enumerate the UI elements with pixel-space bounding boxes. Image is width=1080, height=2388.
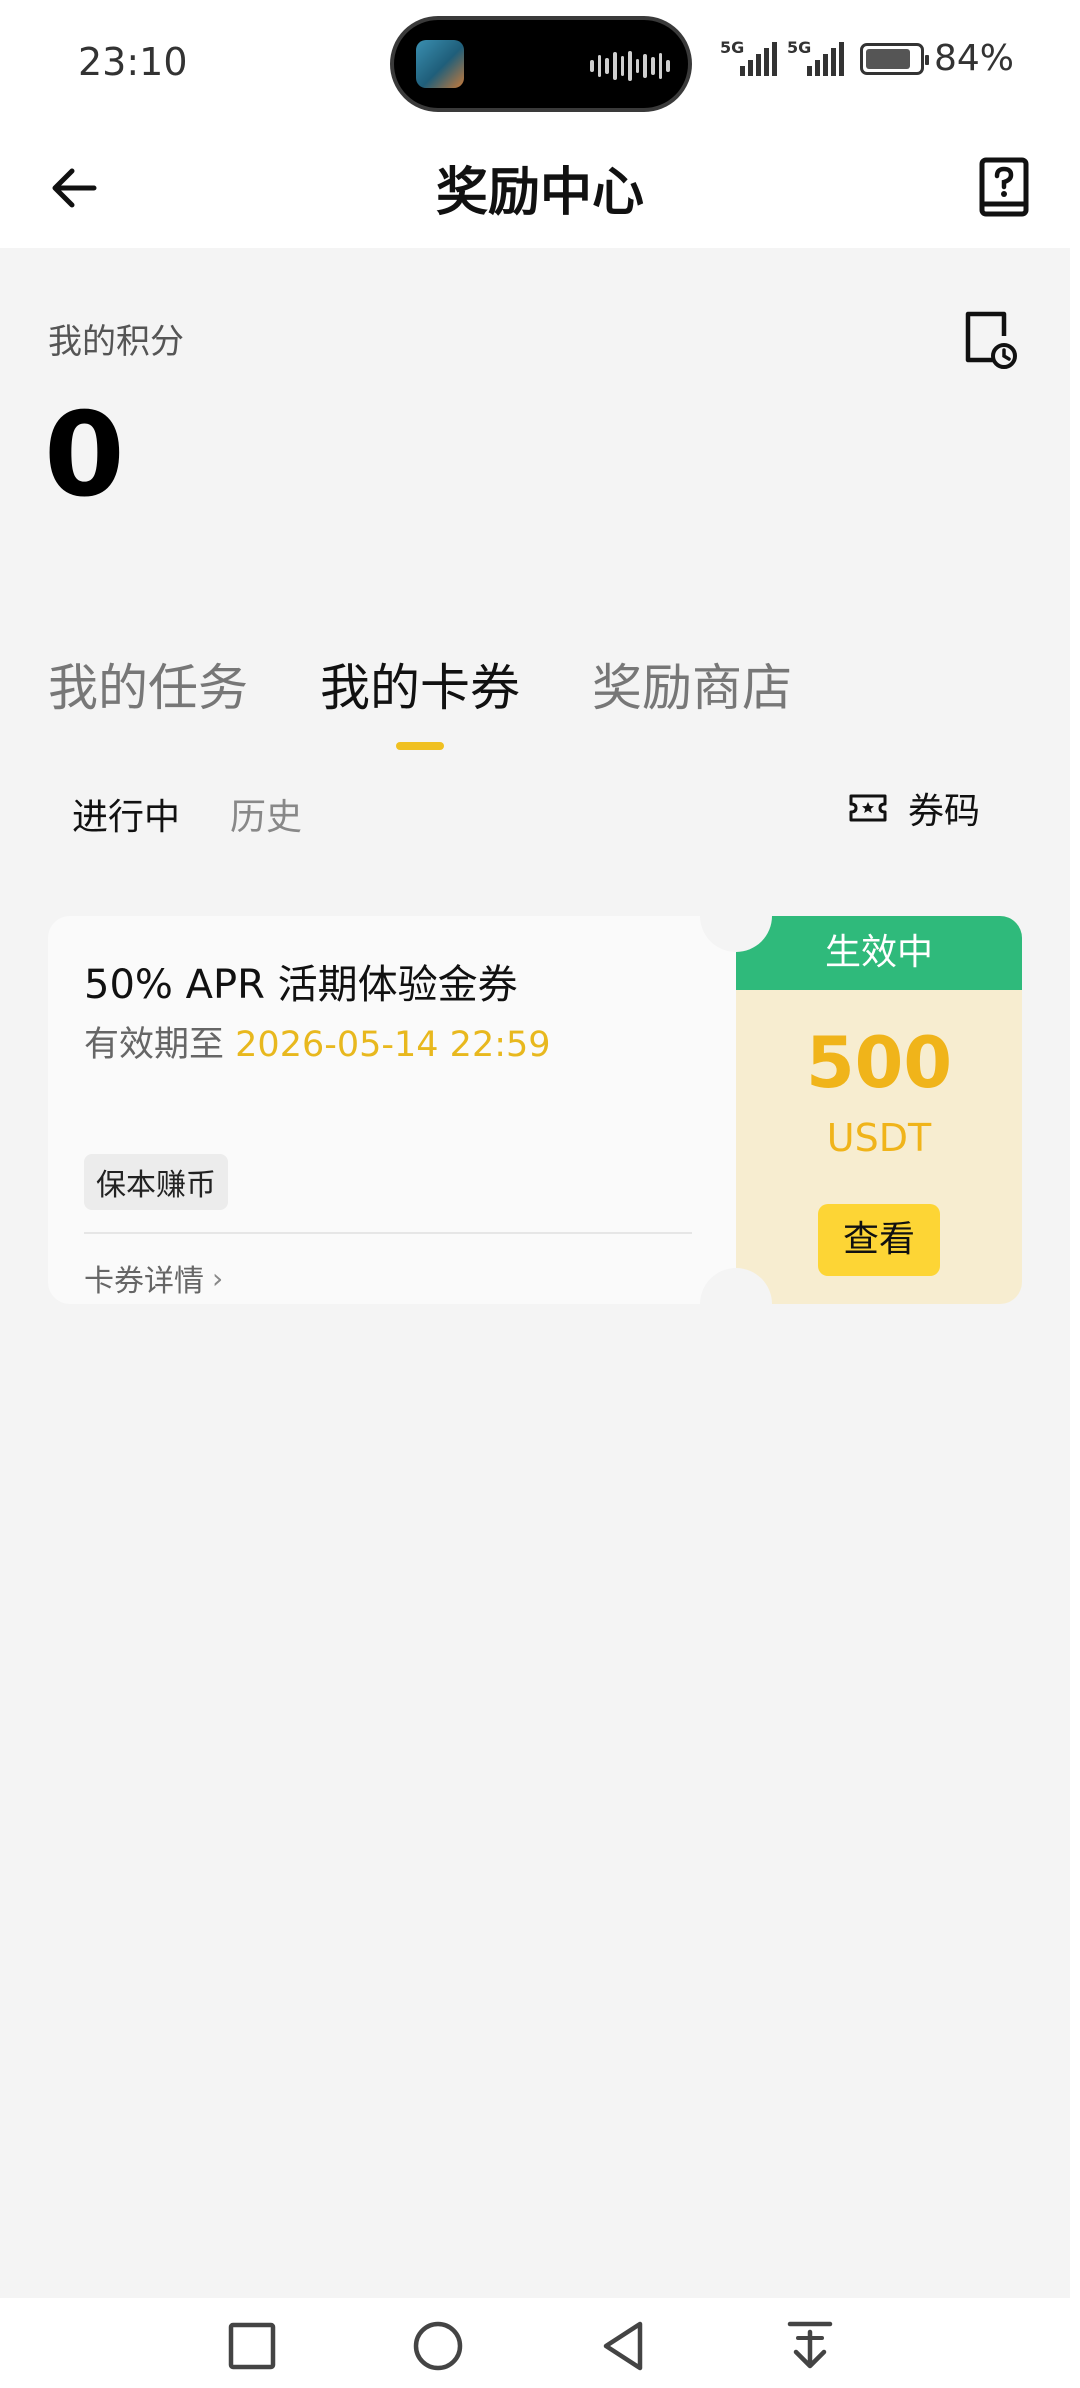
status-time: 23:10 xyxy=(78,40,188,84)
tab-label: 我的任务 xyxy=(48,659,248,717)
status-badge: 生效中 xyxy=(736,916,1022,990)
coupon-tag: 保本赚币 xyxy=(84,1154,228,1210)
tab-reward-store[interactable]: 奖励商店 xyxy=(592,648,792,720)
chevron-right-icon: › xyxy=(212,1261,224,1295)
signal-5g-icon: 5G xyxy=(787,38,844,76)
validity-prefix: 有效期至 xyxy=(84,1025,225,1065)
signal-label: 5G xyxy=(719,37,745,57)
system-nav-bar xyxy=(0,2298,1080,2388)
battery-percent: 84% xyxy=(933,38,1014,79)
card-notch xyxy=(700,880,772,952)
coupon-detail-link[interactable]: 卡券详情 › xyxy=(84,1256,223,1300)
battery-fill xyxy=(865,48,910,69)
dynamic-island[interactable] xyxy=(390,16,692,112)
coupon-card[interactable]: 50% APR 活期体验金券 有效期至 2026-05-14 22:59 保本赚… xyxy=(48,880,1022,1340)
main-content: 我的积分 0 我的任务 我的卡券 奖励商店 进行中 历史 券码 50% APR … xyxy=(0,248,1070,2298)
tab-label: 奖励商店 xyxy=(592,659,792,717)
coupon-info: 50% APR 活期体验金券 有效期至 2026-05-14 22:59 保本赚… xyxy=(48,916,736,1304)
battery-icon xyxy=(859,42,929,75)
square-recents-icon[interactable] xyxy=(222,2316,282,2376)
coupon-amount: 500 xyxy=(805,1022,953,1104)
triangle-back-icon[interactable] xyxy=(594,2316,654,2376)
points-value: 0 xyxy=(44,388,125,523)
coupon-validity: 有效期至 2026-05-14 22:59 xyxy=(84,1016,551,1067)
circle-home-icon[interactable] xyxy=(408,2316,468,2376)
validity-date: 2026-05-14 22:59 xyxy=(235,1025,551,1065)
points-label: 我的积分 xyxy=(48,322,184,362)
help-button[interactable] xyxy=(972,154,1036,222)
document-clock-icon xyxy=(965,311,1017,369)
signal-label: 5G xyxy=(786,37,812,57)
subtab-in-progress[interactable]: 进行中 xyxy=(72,788,180,840)
main-tabs: 我的任务 我的卡券 奖励商店 xyxy=(48,648,792,750)
reward-center-screen: 23:10 5G 5G 84% 奖励中心 我的积分 0 我的任务 我的卡券 奖励… xyxy=(0,0,1080,2388)
edge-strip xyxy=(1070,248,1080,2298)
page-title: 奖励中心 xyxy=(435,163,644,223)
coupon-title: 50% APR 活期体验金券 xyxy=(84,962,518,1008)
coupon-value-panel: 生效中 500 USDT 查看 xyxy=(736,916,1022,1304)
tab-my-vouchers[interactable]: 我的卡券 xyxy=(320,648,520,750)
coupon-unit: USDT xyxy=(826,1116,932,1160)
tab-my-tasks[interactable]: 我的任务 xyxy=(48,648,248,720)
question-book-icon xyxy=(979,157,1029,217)
active-tab-indicator xyxy=(396,742,444,750)
divider xyxy=(84,1232,692,1234)
subtab-history[interactable]: 历史 xyxy=(230,788,302,840)
voucher-code-label: 券码 xyxy=(907,791,980,832)
detail-label: 卡券详情 xyxy=(84,1264,204,1299)
ticket-icon xyxy=(849,794,887,822)
tab-label: 我的卡券 xyxy=(320,659,520,717)
status-bar: 23:10 5G 5G 84% xyxy=(0,0,1080,128)
sub-tabs: 进行中 历史 xyxy=(72,788,302,840)
card-notch xyxy=(700,1268,772,1340)
app-header: 奖励中心 xyxy=(0,128,1080,248)
audio-wave-icon xyxy=(590,50,671,82)
media-thumbnail xyxy=(416,40,464,88)
points-history-button[interactable] xyxy=(960,308,1020,372)
down-arrow-tray-icon[interactable] xyxy=(780,2316,840,2376)
view-button[interactable]: 查看 xyxy=(818,1204,940,1276)
voucher-code-button[interactable]: 券码 xyxy=(848,782,980,834)
status-icons: 5G 5G 84% xyxy=(720,38,1014,80)
signal-5g-icon: 5G xyxy=(720,38,777,76)
